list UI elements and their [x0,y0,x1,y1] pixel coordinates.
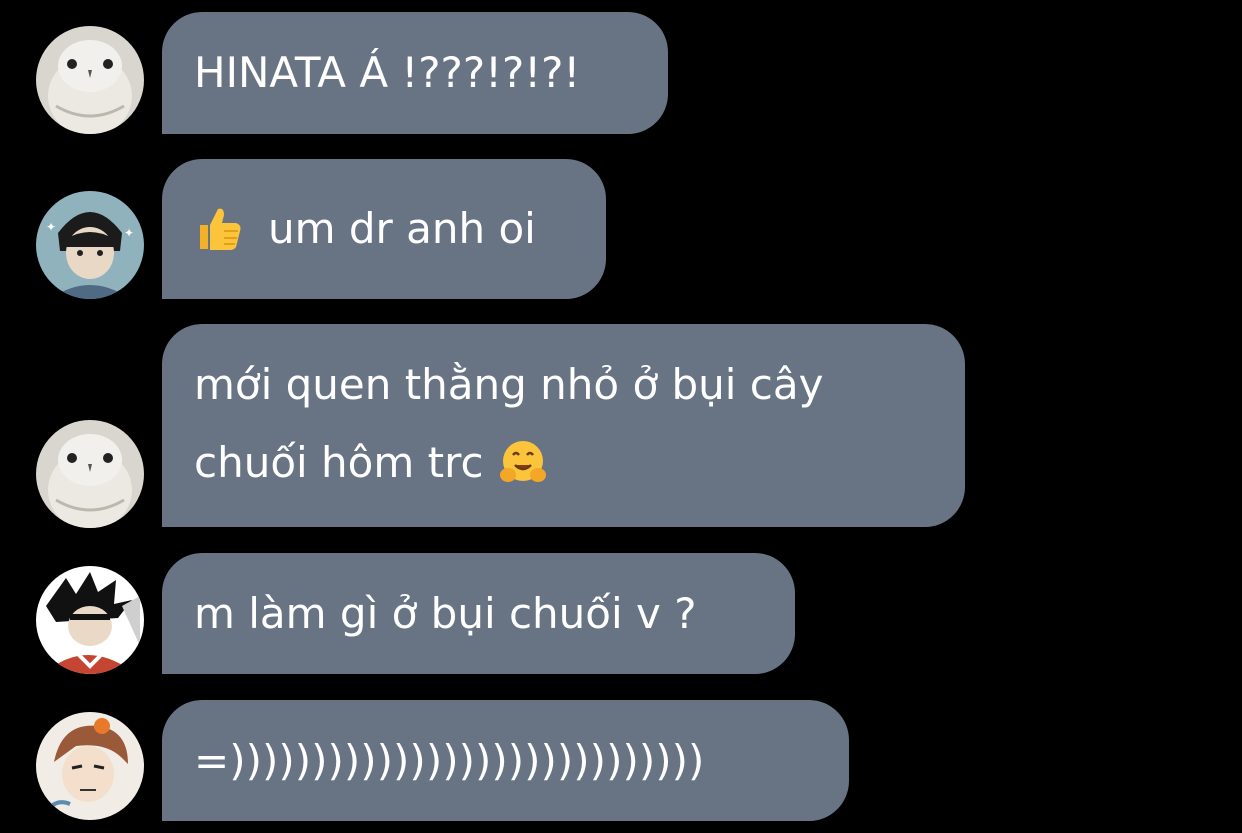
message-bubble[interactable]: HINATA Á !???!?!?! [162,12,668,134]
thumbs-up-icon [194,203,244,253]
owl-avatar[interactable] [36,420,144,528]
chat-thread: HINATA Á !???!?!?! ✦ ✦ um dr anh oi mới … [0,0,1242,833]
message-text: m làm gì ở bụi chuối v ? [194,589,697,638]
message-text: HINATA Á !???!?!?! [194,48,581,97]
hugging-face-icon [498,437,548,487]
message-text: =))))))))))))))))))))))))))))) [194,736,705,785]
message-bubble[interactable]: m làm gì ở bụi chuối v ? [162,553,795,674]
message-text-line-2: chuối hôm trc [194,424,933,502]
message-text-line-2-text: chuối hôm trc [194,438,484,487]
owl-avatar[interactable] [36,26,144,134]
message-text: um dr anh oi [268,204,536,253]
message-bubble[interactable]: mới quen thằng nhỏ ở bụi cây chuối hôm t… [162,324,965,527]
svg-text:✦: ✦ [46,220,56,234]
akaashi-avatar[interactable]: ✦ ✦ [36,191,144,299]
message-bubble[interactable]: um dr anh oi [162,159,606,299]
kuroo-avatar[interactable] [36,566,144,674]
tanaka-avatar[interactable] [36,712,144,820]
message-text-line-1: mới quen thằng nhỏ ở bụi cây [194,360,824,409]
message-bubble[interactable]: =))))))))))))))))))))))))))))) [162,700,849,821]
svg-text:✦: ✦ [124,226,134,240]
